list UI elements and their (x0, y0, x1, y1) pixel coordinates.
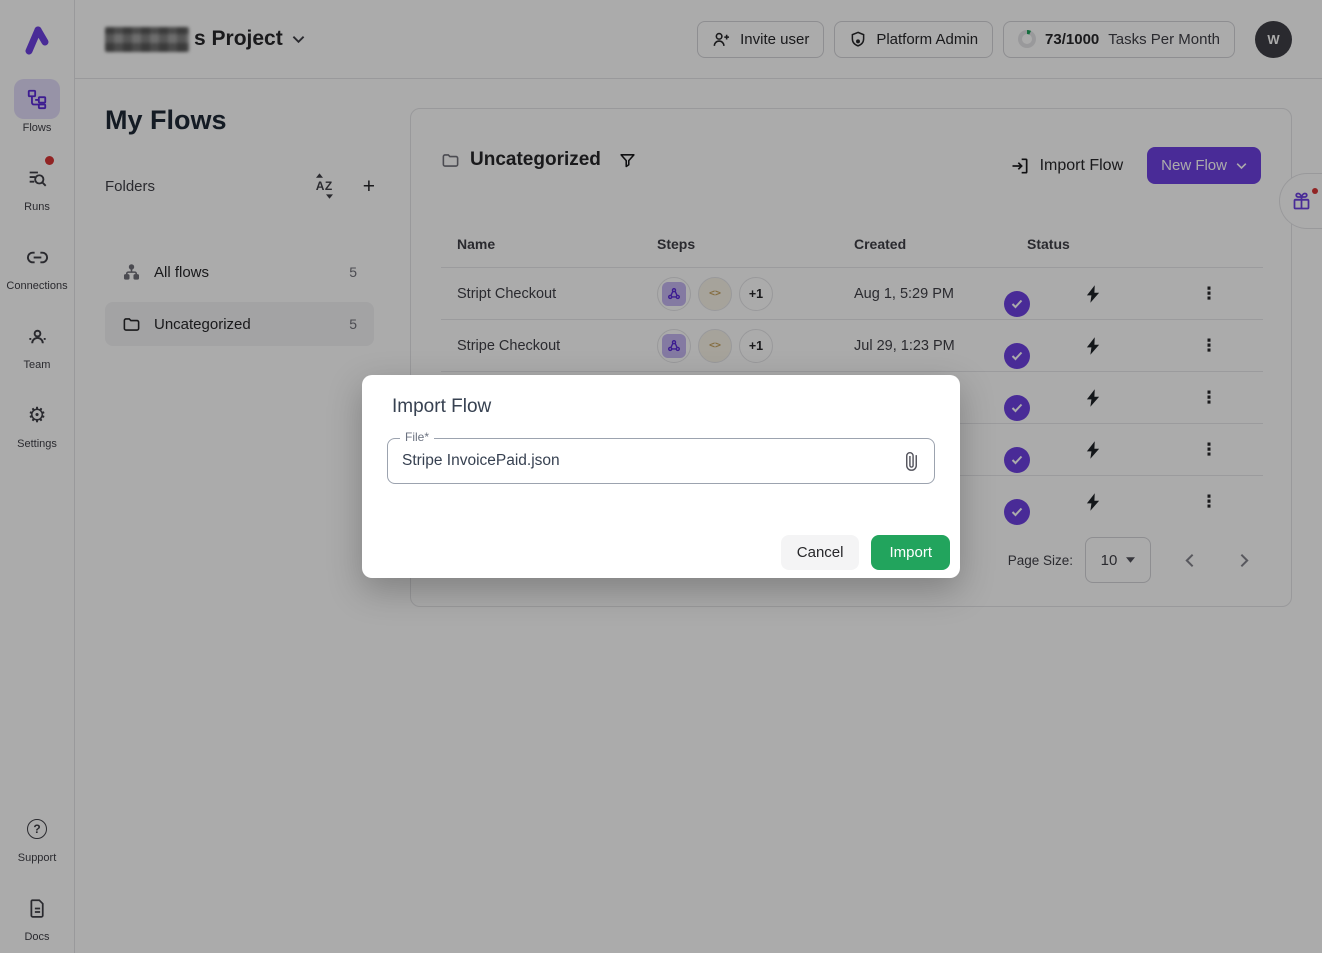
import-flow-dialog: Import Flow File* Cancel Import (362, 375, 960, 578)
file-input[interactable] (388, 439, 934, 483)
dialog-title: Import Flow (392, 396, 491, 418)
file-field-label: File* (400, 430, 434, 444)
cancel-button[interactable]: Cancel (781, 535, 860, 570)
import-button[interactable]: Import (871, 535, 950, 570)
file-field: File* (387, 438, 935, 484)
